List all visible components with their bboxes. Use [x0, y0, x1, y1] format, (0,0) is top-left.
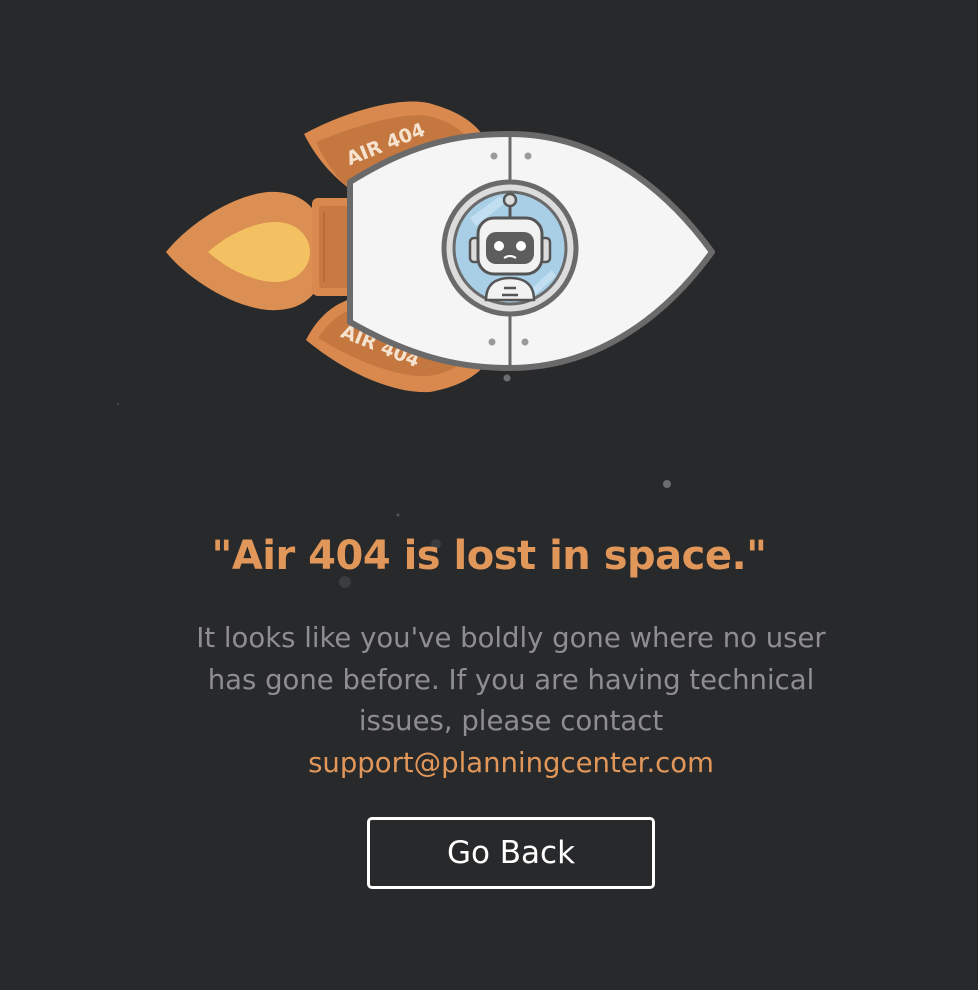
- page-title: "Air 404 is lost in space.": [211, 533, 768, 579]
- support-email-link[interactable]: support@planningcenter.com: [308, 747, 714, 779]
- rocket-illustration: AIR 404 AIR 404: [117, 101, 715, 588]
- go-back-button[interactable]: Go Back: [367, 817, 655, 889]
- error-message: It looks like you've boldly gone where n…: [189, 618, 833, 784]
- error-message-text: It looks like you've boldly gone where n…: [196, 622, 826, 737]
- robot-porthole: [441, 179, 579, 317]
- rocket-flame: [166, 191, 322, 311]
